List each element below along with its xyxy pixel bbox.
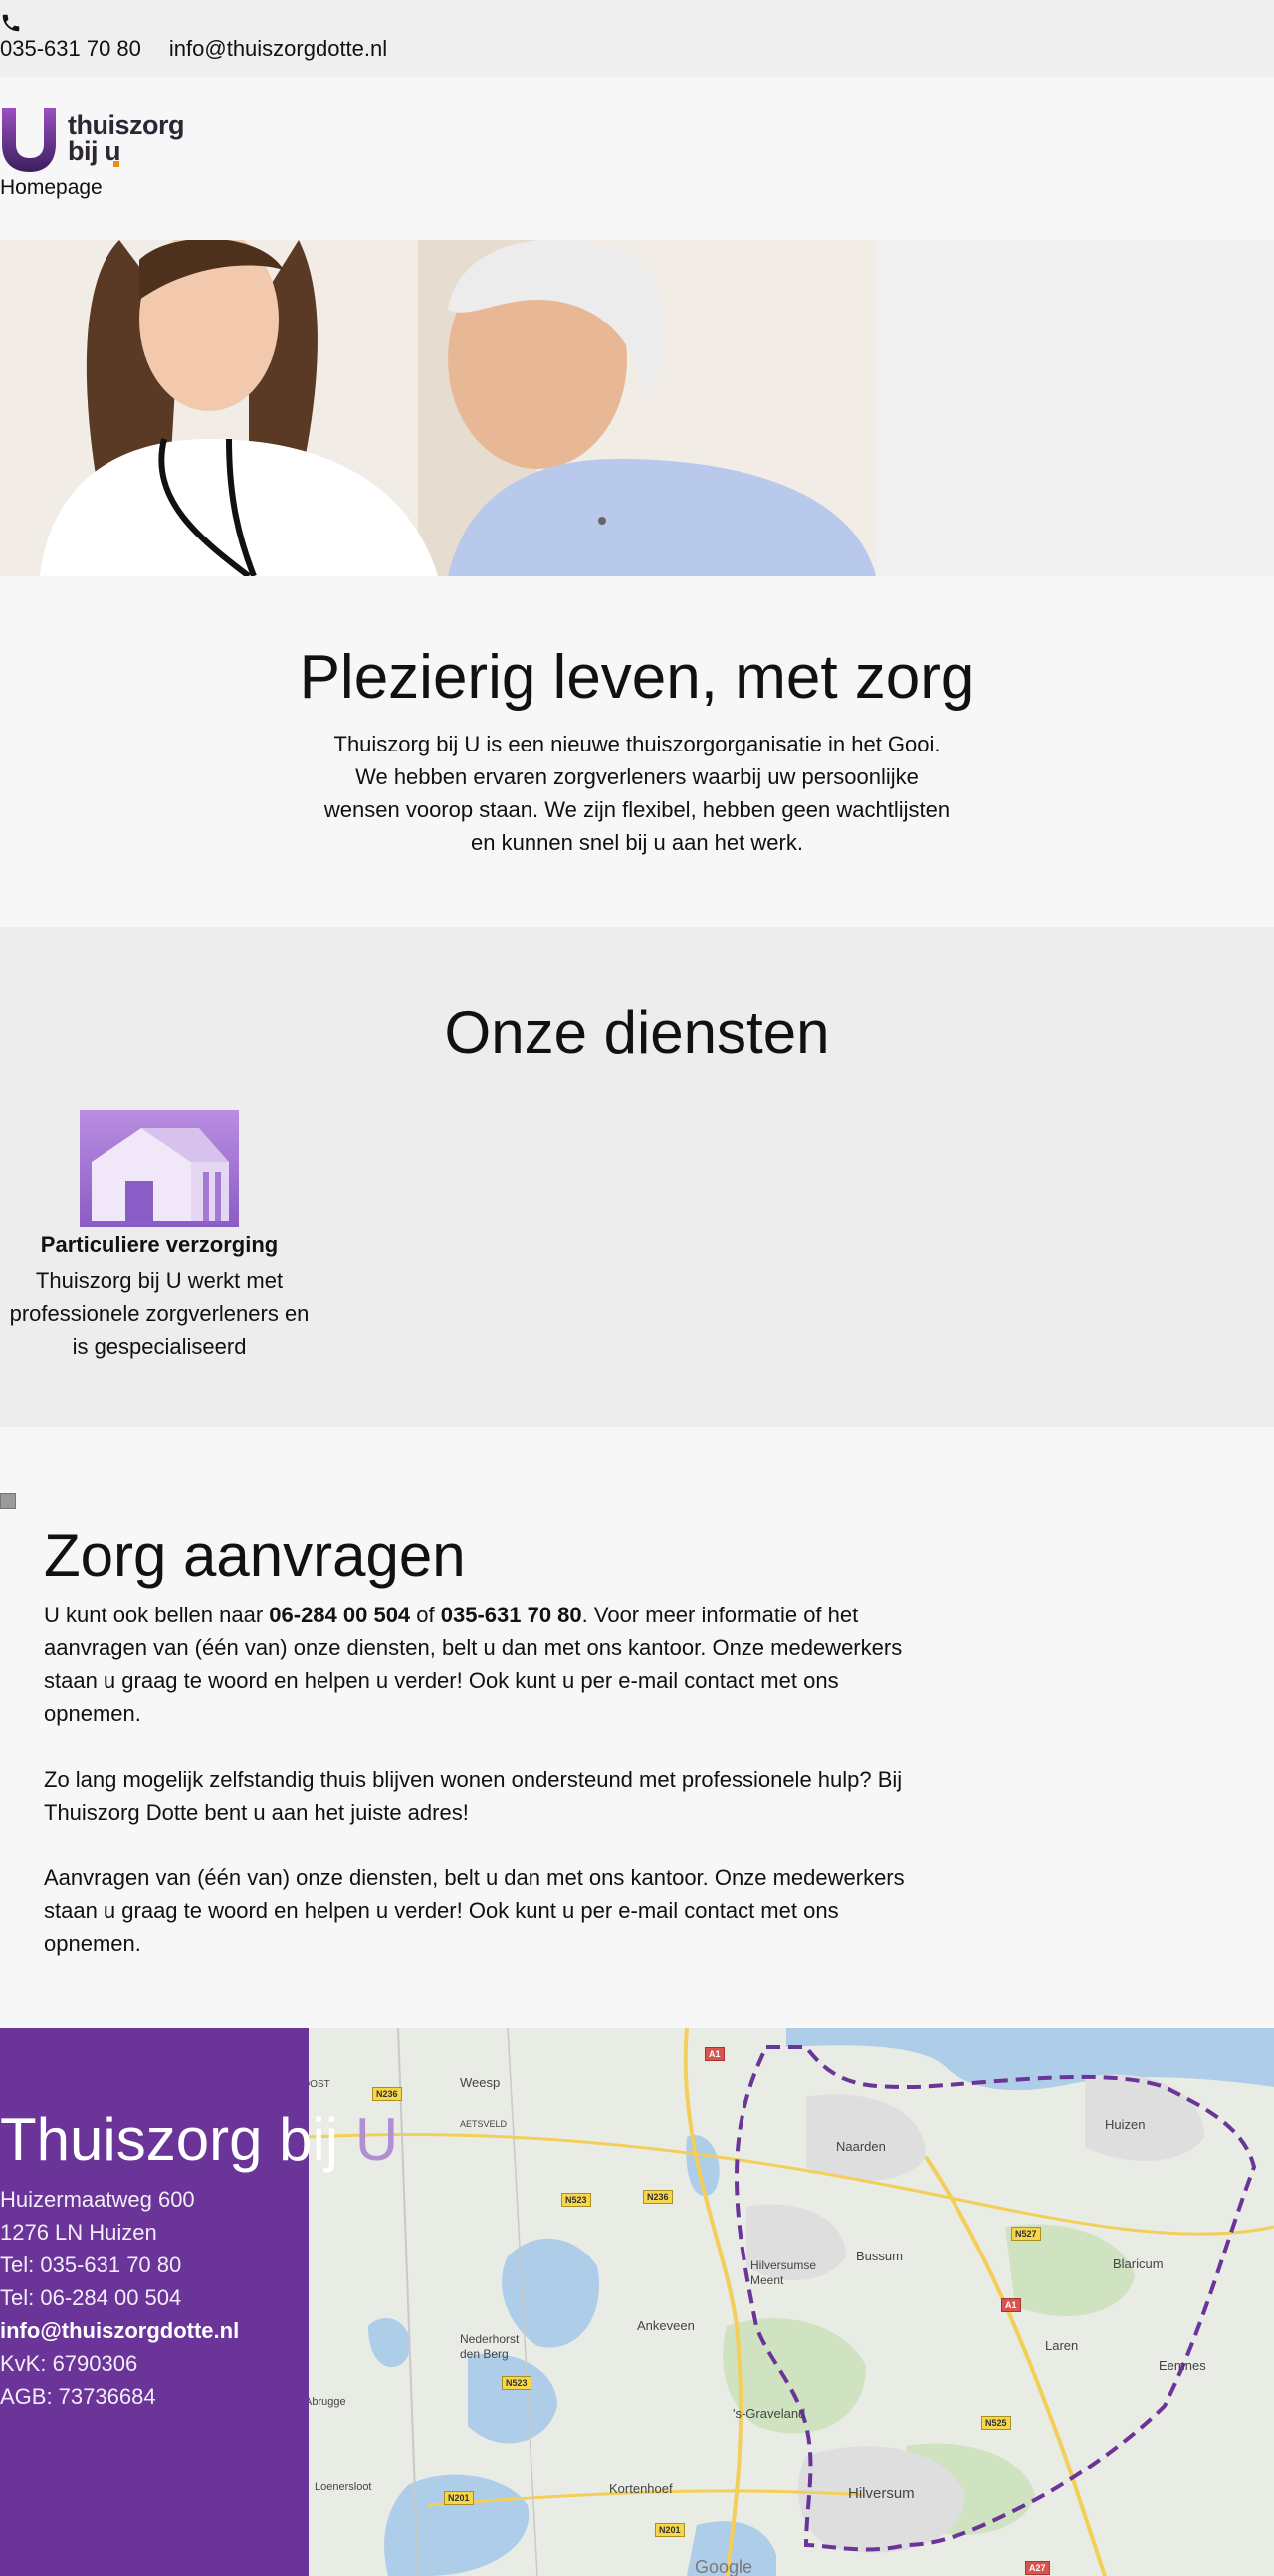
map-place: DOST: [309, 2079, 330, 2090]
logo[interactable]: thuiszorg bij u: [0, 108, 185, 174]
map-place: 's-Graveland: [733, 2406, 806, 2421]
request-title: Zorg aanvragen: [44, 1522, 466, 1589]
map-place: Eemnes: [1159, 2358, 1206, 2373]
phone-link[interactable]: 035-631 70 80: [0, 36, 141, 61]
map-place: Laren: [1045, 2338, 1079, 2353]
google-map[interactable]: DOST Weesp AETSVELD Naarden Huizen Bussu…: [309, 2028, 1274, 2576]
map-place: AETSVELD: [460, 2119, 508, 2129]
google-logo: Google: [695, 2557, 753, 2576]
map-road-label: N201: [655, 2523, 685, 2537]
footer-title-faint: U: [354, 2106, 399, 2173]
top-contact-bar: 035-631 70 80 info@thuiszorgdotte.nl: [0, 0, 1274, 77]
map-road-label: A1: [1001, 2298, 1021, 2312]
map-road-label: N236: [643, 2190, 673, 2204]
phone-icon: [2, 14, 20, 32]
map-place: Kortenhoef: [609, 2481, 673, 2496]
map-road-label: A27: [1025, 2561, 1050, 2575]
map-place: Blaricum: [1113, 2256, 1164, 2271]
footer-title: Thuiszorg bij U: [0, 2105, 398, 2174]
map-place: Nederhorst den Berg: [460, 2332, 520, 2361]
site-header: thuiszorg bij u Homepage: [0, 77, 1274, 240]
services-title: Onze diensten: [444, 999, 830, 1066]
request-body: U kunt ook bellen naar 06-284 00 504 of …: [44, 1599, 920, 1993]
map-road-label: N523: [561, 2193, 591, 2207]
nurse-and-elderly-man-photo: [0, 240, 1274, 576]
service-description: Thuiszorg bij U werkt met professionele …: [9, 1268, 310, 1359]
map-place: Bussum: [856, 2249, 903, 2263]
logo-text-line1: thuiszorg: [68, 110, 185, 140]
map-road-label: N523: [502, 2376, 531, 2390]
office-number: 035-631 70 80: [440, 1603, 582, 1627]
footer-kvk: KvK: 6790306: [0, 2351, 138, 2376]
footer-agb: AGB: 73736684: [0, 2384, 156, 2409]
footer: DOST Weesp AETSVELD Naarden Huizen Bussu…: [0, 2028, 1274, 2576]
request-text: of: [410, 1603, 441, 1627]
email-link[interactable]: info@thuiszorgdotte.nl: [169, 36, 387, 61]
request-paragraph-1: U kunt ook bellen naar 06-284 00 504 of …: [44, 1599, 920, 1730]
map-place: Ankeveen: [637, 2318, 695, 2333]
services-section: Onze diensten Particuliere verzorging Th…: [0, 927, 1274, 1427]
broken-image-icon: [0, 1493, 16, 1509]
map-road-label: N525: [981, 2416, 1011, 2430]
hero-image: [0, 240, 1274, 576]
house-icon: [80, 1110, 239, 1227]
map-road-label: N527: [1011, 2227, 1041, 2241]
request-paragraph-2: Zo lang mogelijk zelfstandig thuis blijv…: [44, 1767, 903, 1825]
map-road-label: N236: [372, 2087, 402, 2101]
map-place: Abrugge: [309, 2396, 346, 2408]
footer-email-link[interactable]: info@thuiszorgdotte.nl: [0, 2314, 239, 2347]
map-place: Loenersloot: [315, 2481, 372, 2493]
request-text: U kunt ook bellen naar: [44, 1603, 270, 1627]
request-section: Zorg aanvragen U kunt ook bellen naar 06…: [0, 1427, 1274, 2028]
mobile-number: 06-284 00 504: [269, 1603, 411, 1627]
logo-u-icon: [2, 108, 56, 172]
footer-contact-panel: Thuiszorg bij U Huizermaatweg 600 1276 L…: [0, 2028, 398, 2576]
map-place: Hilversum: [848, 2485, 915, 2502]
map-road-label: A1: [705, 2047, 725, 2061]
request-paragraph-3: Aanvragen van (één van) onze diensten, b…: [44, 1865, 905, 1956]
intro-section: Plezierig leven, met zorg Thuiszorg bij …: [0, 576, 1274, 927]
logo-dot: [113, 161, 119, 167]
map-place: Weesp: [460, 2075, 501, 2090]
footer-address-line1: Huizermaatweg 600: [0, 2187, 195, 2212]
footer-address-line2: 1276 LN Huizen: [0, 2220, 157, 2245]
map-place: Hilversumse Meent: [750, 2258, 817, 2287]
map-road-label: N201: [444, 2491, 474, 2505]
intro-text: Thuiszorg bij U is een nieuwe thuiszorgo…: [323, 732, 951, 855]
map-place: Naarden: [836, 2139, 886, 2154]
service-title: Particuliere verzorging: [40, 1232, 279, 1257]
footer-contact-lines: Huizermaatweg 600 1276 LN Huizen Tel: 03…: [0, 2183, 239, 2413]
footer-tel2[interactable]: Tel: 06-284 00 504: [0, 2281, 239, 2314]
map-place: Huizen: [1105, 2117, 1146, 2132]
footer-title-main: Thuiszorg bij: [0, 2106, 355, 2173]
nav-homepage-link[interactable]: Homepage: [0, 176, 103, 200]
footer-tel1[interactable]: Tel: 035-631 70 80: [0, 2249, 239, 2281]
intro-title: Plezierig leven, met zorg: [299, 643, 975, 712]
